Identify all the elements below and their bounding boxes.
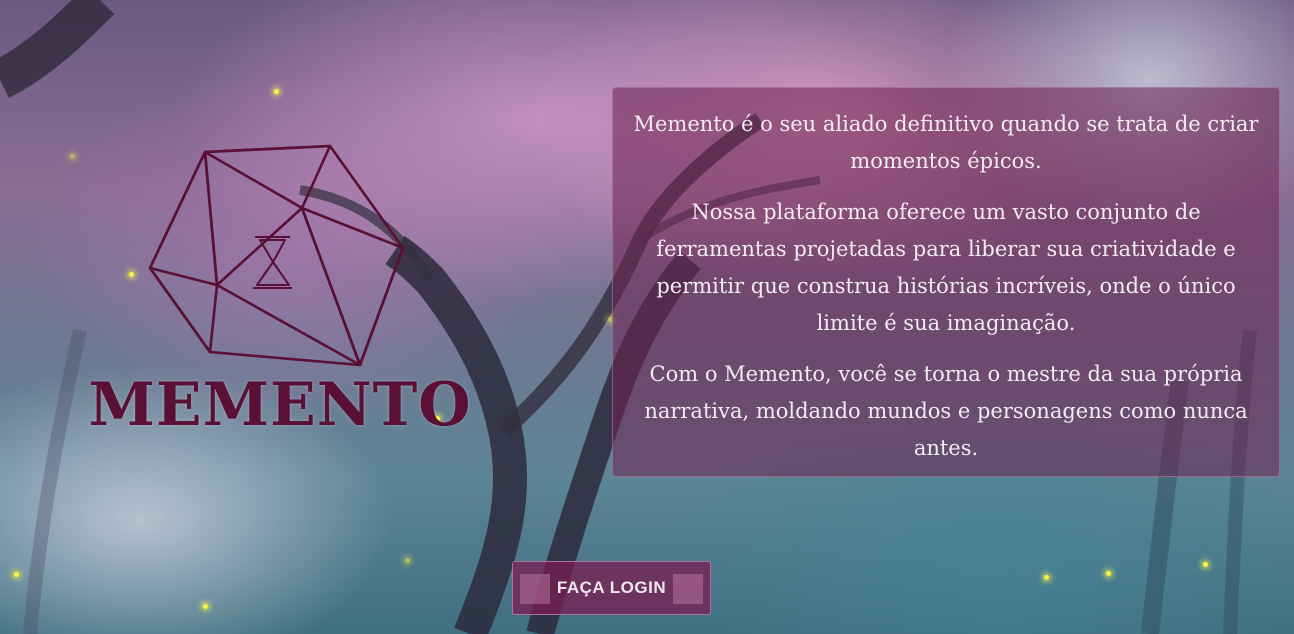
intro-panel: Memento é o seu aliado definitivo quando… bbox=[612, 87, 1280, 477]
firefly bbox=[203, 604, 208, 609]
brand-logo: MEMENTO bbox=[85, 140, 475, 440]
firefly bbox=[1106, 571, 1111, 576]
d20-hourglass-icon bbox=[148, 144, 405, 367]
firefly bbox=[14, 572, 19, 577]
login-button[interactable]: FAÇA LOGIN bbox=[512, 561, 711, 615]
button-decoration bbox=[673, 574, 703, 604]
intro-paragraph: Memento é o seu aliado definitivo quando… bbox=[633, 112, 1259, 173]
button-decoration bbox=[520, 574, 550, 604]
firefly bbox=[405, 558, 410, 563]
firefly bbox=[274, 89, 279, 94]
firefly bbox=[70, 154, 75, 159]
firefly bbox=[1203, 562, 1208, 567]
brand-name: MEMENTO bbox=[88, 370, 472, 440]
login-button-label: FAÇA LOGIN bbox=[556, 578, 667, 597]
intro-paragraph: Nossa plataforma oferece um vasto conjun… bbox=[656, 200, 1236, 335]
firefly bbox=[1044, 575, 1049, 580]
intro-paragraph: Com o Memento, você se torna o mestre da… bbox=[644, 362, 1248, 460]
